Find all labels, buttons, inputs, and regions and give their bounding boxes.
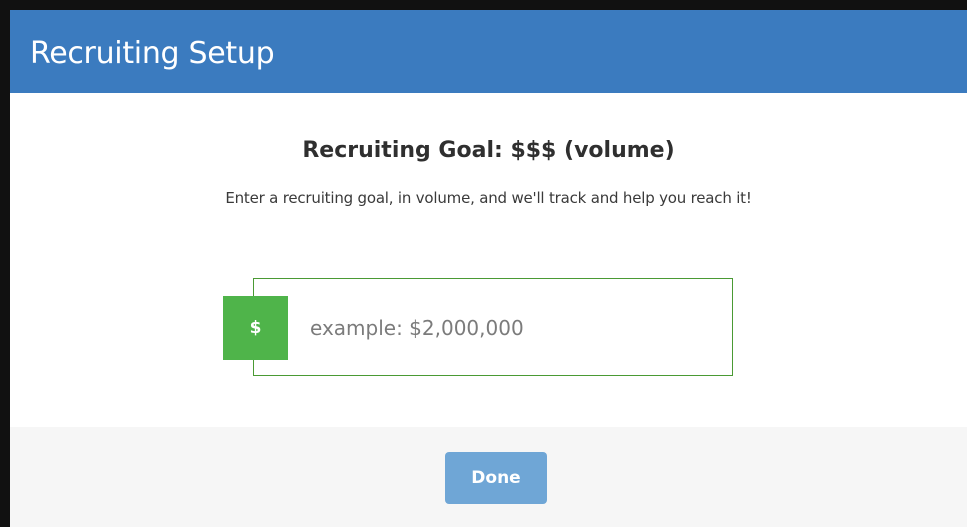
window-frame: Recruiting Setup Recruiting Goal: $$$ (v… bbox=[0, 0, 967, 527]
recruiting-setup-modal: Recruiting Setup Recruiting Goal: $$$ (v… bbox=[10, 10, 967, 527]
recruiting-goal-input[interactable] bbox=[310, 308, 720, 348]
goal-description: Enter a recruiting goal, in volume, and … bbox=[225, 189, 752, 207]
dollar-icon: $ bbox=[223, 296, 288, 360]
modal-title: Recruiting Setup bbox=[30, 36, 275, 71]
goal-heading: Recruiting Goal: $$$ (volume) bbox=[302, 138, 675, 163]
done-button[interactable]: Done bbox=[445, 452, 547, 504]
modal-header: Recruiting Setup bbox=[10, 10, 967, 93]
